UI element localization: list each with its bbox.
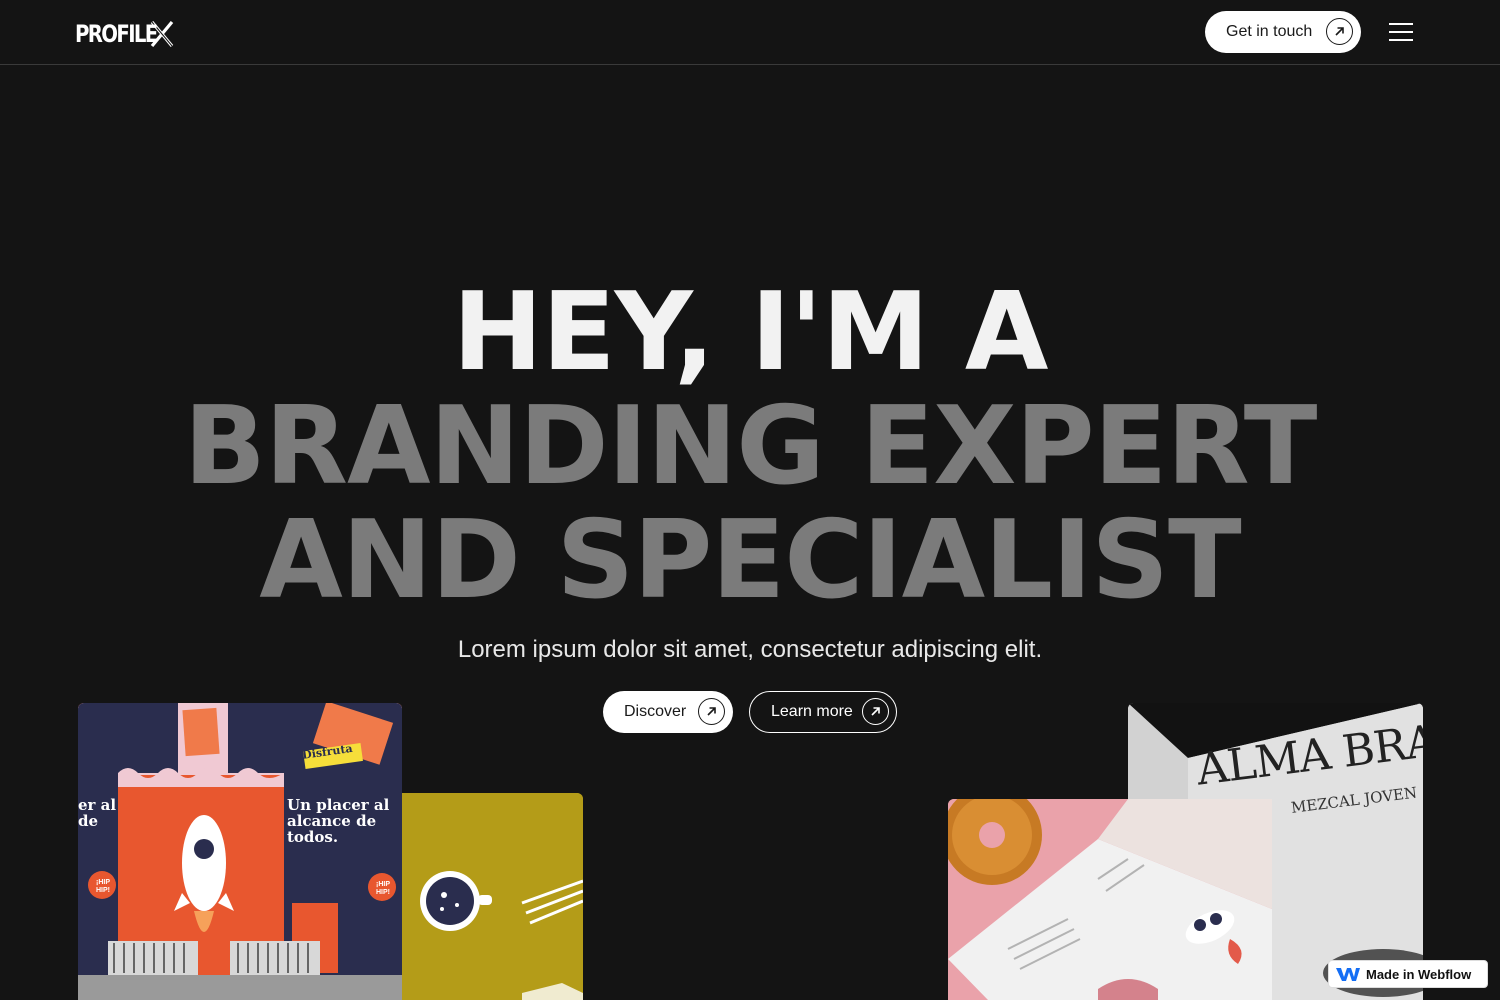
- hamburger-menu-icon[interactable]: [1387, 20, 1415, 44]
- poster-badge-left: ¡HIP HIP!: [96, 879, 110, 894]
- discover-button[interactable]: Discover: [603, 691, 733, 733]
- mustard-cup-image: [402, 793, 583, 1000]
- webflow-logo-icon: [1336, 968, 1360, 981]
- arrow-up-right-icon: [1326, 18, 1353, 45]
- site-header: PROFILE Get in touch: [0, 0, 1500, 65]
- get-in-touch-button[interactable]: Get in touch: [1205, 11, 1361, 53]
- get-in-touch-label: Get in touch: [1226, 23, 1313, 40]
- headline-line-2: BRANDING EXPERT: [183, 384, 1318, 509]
- poster-headline-cut: er al de: [78, 796, 117, 830]
- logo-text: PROFILE: [75, 20, 158, 48]
- arrow-up-right-icon: [698, 698, 725, 725]
- discover-label: Discover: [624, 703, 687, 720]
- poster-image: Disfruta er al de Un placer al alcance d…: [78, 703, 402, 1000]
- arrow-up-right-icon: [862, 698, 889, 725]
- hero-headline: HEY, I'M A BRANDING EXPERT AND SPECIALIS…: [0, 276, 1500, 618]
- poster-badge-right: ¡HIP HIP!: [376, 881, 390, 896]
- learn-more-button[interactable]: Learn more: [749, 691, 897, 733]
- hero-subtitle: Lorem ipsum dolor sit amet, consectetur …: [457, 636, 1043, 663]
- coffee-cup-illustration: [402, 793, 583, 1000]
- headline-line-3: AND SPECIALIST: [259, 498, 1241, 623]
- poster-headline: Un placer al alcance de todos.: [287, 796, 390, 846]
- made-in-webflow-label: Made in Webflow: [1366, 966, 1472, 982]
- donut-brochure-illustration: [948, 799, 1272, 1000]
- logo[interactable]: PROFILE: [75, 15, 174, 49]
- donut-brochure-image: [948, 799, 1272, 1000]
- headline-line-1: HEY, I'M A: [452, 270, 1048, 395]
- page: PROFILE Get in touch HEY, I'M A BRANDING…: [0, 0, 1500, 1000]
- made-in-webflow-badge[interactable]: Made in Webflow: [1328, 960, 1488, 988]
- learn-more-label: Learn more: [771, 703, 853, 720]
